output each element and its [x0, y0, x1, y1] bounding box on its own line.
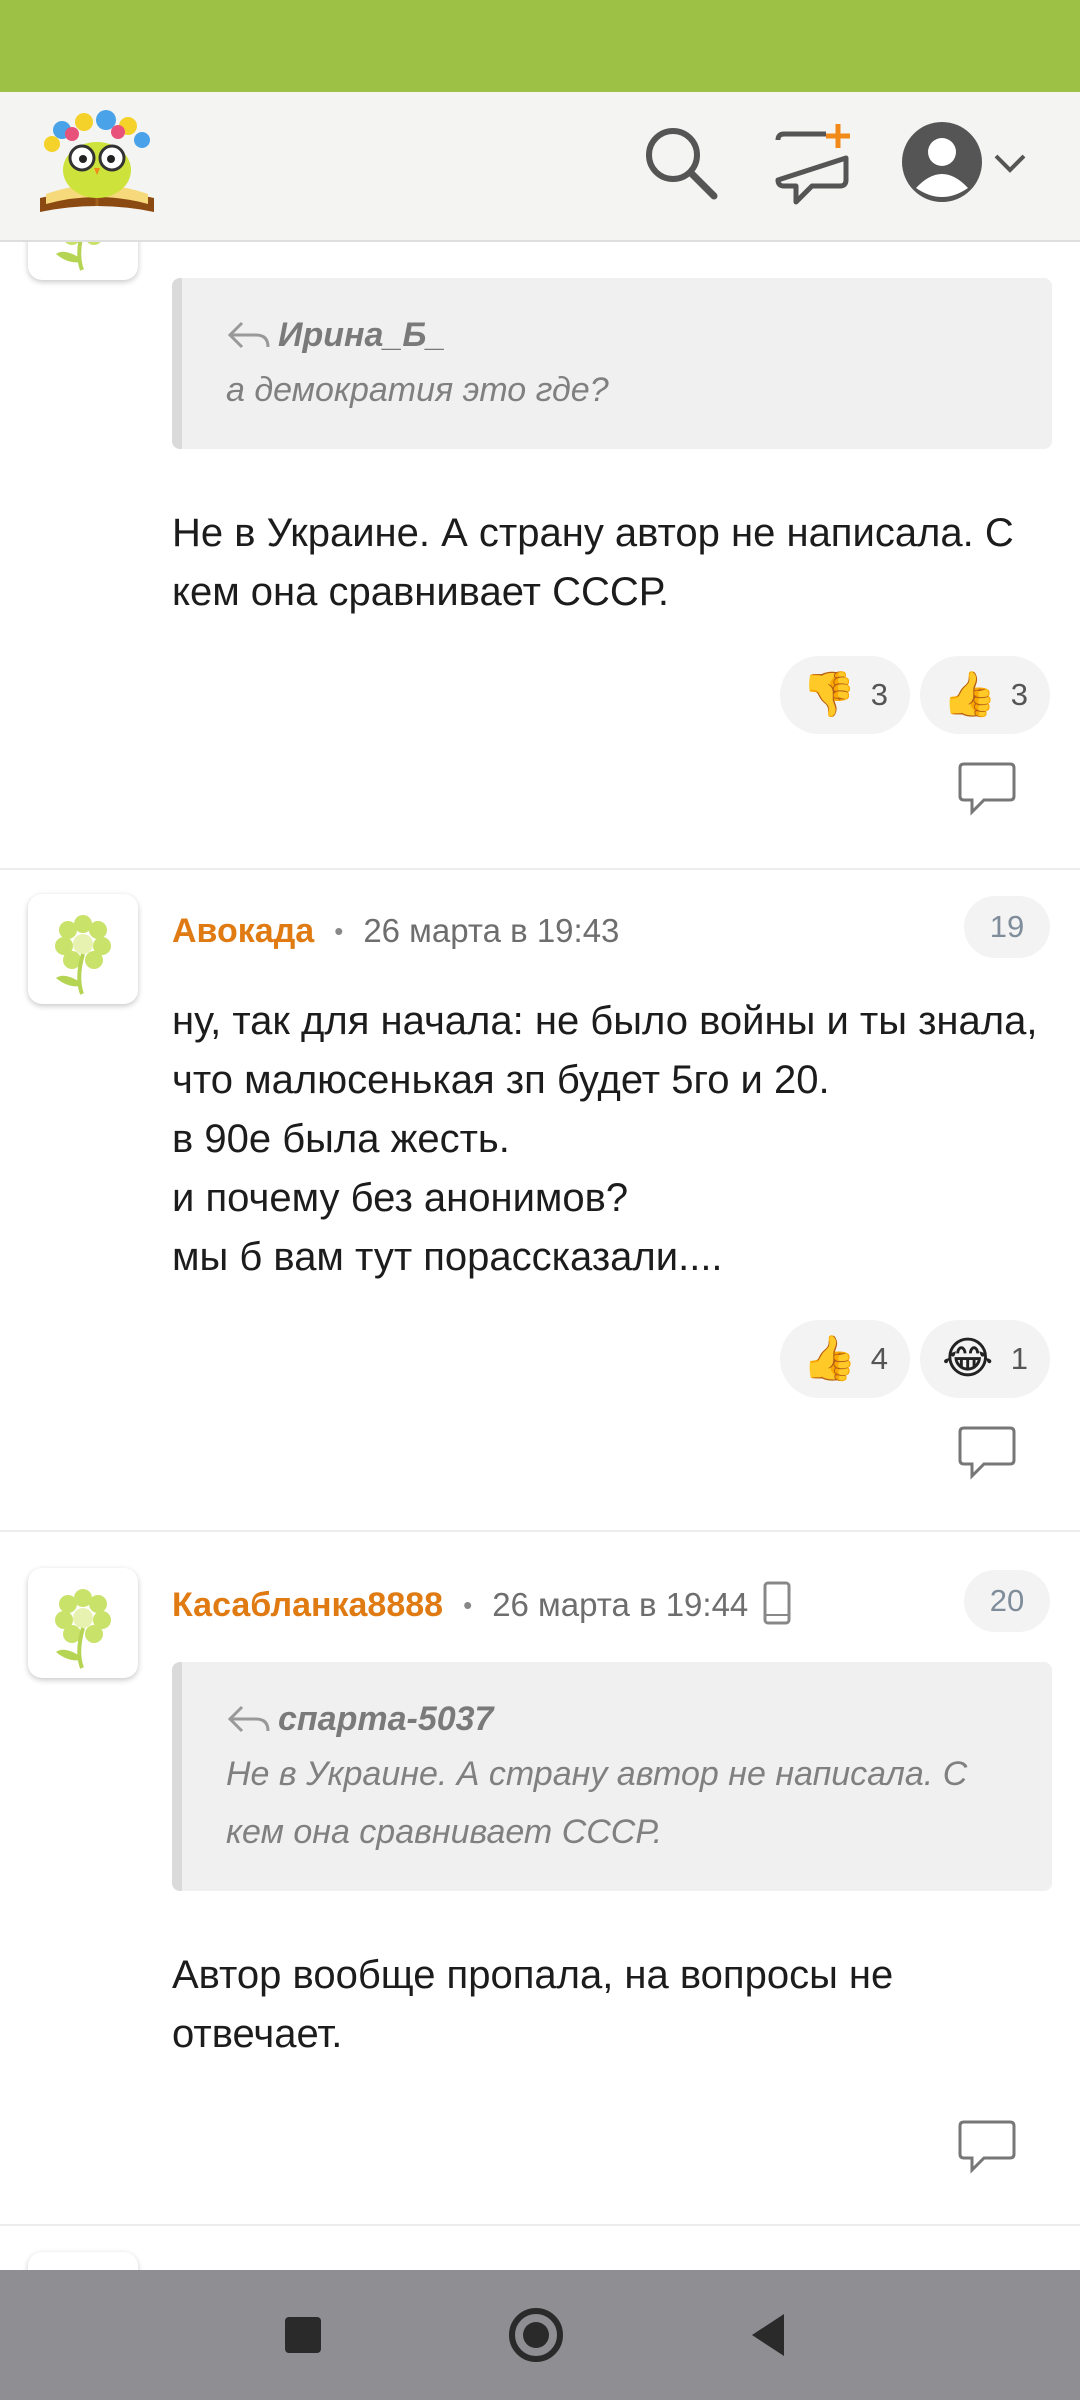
avatar[interactable] [28, 240, 138, 280]
comment-meta: Касабланка8888 • 26 марта в 19:44 [172, 1580, 792, 1630]
reaction-thumbs-up[interactable]: 👍 3 [919, 656, 1050, 734]
comment-number[interactable]: 20 [964, 1570, 1050, 1632]
reaction-count: 4 [870, 1341, 888, 1376]
chevron-down-icon[interactable] [990, 144, 1030, 184]
reactions: 👎 3 👍 3 [779, 656, 1050, 734]
quote-author[interactable]: спарта-5037 [278, 1700, 493, 1739]
reaction-thumbs-down[interactable]: 👎 3 [779, 656, 910, 734]
quote-text: а демократия это где? [226, 371, 609, 409]
thumbs-up-icon: 👍 [801, 1333, 857, 1384]
comment-text: Не в Украине. А страну автор не написала… [172, 511, 1014, 614]
app-header [0, 92, 1080, 242]
profile-avatar-icon[interactable] [900, 120, 984, 204]
quote-text: Не в Украине. А страну автор не написала… [226, 1755, 968, 1851]
comment-text: ну, так для начала: не было войны и ты з… [172, 999, 1038, 1279]
thumbs-up-icon: 👍 [941, 669, 997, 720]
search-icon[interactable] [640, 122, 720, 202]
status-bar [0, 0, 1080, 92]
triangle-back-icon[interactable] [704, 2270, 834, 2400]
comments-feed: Ирина_Б_ а демократия это где? Не в Укра… [0, 240, 1080, 2270]
divider [0, 868, 1080, 870]
reply-arrow-icon [227, 321, 270, 348]
avatar[interactable] [28, 894, 138, 1004]
quote-author[interactable]: Ирина_Б_ [278, 316, 445, 355]
reaction-laughing[interactable]: 😂 1 [920, 1320, 1050, 1398]
avatar[interactable] [28, 2252, 138, 2270]
reaction-count: 1 [1010, 1341, 1028, 1376]
comment-time: 26 марта в 19:43 [363, 912, 620, 949]
avatar[interactable] [28, 1568, 138, 1678]
reply-icon[interactable] [956, 1424, 1018, 1480]
comment-number[interactable]: 19 [964, 896, 1050, 958]
quoted-reply: Ирина_Б_ а демократия это где? [172, 278, 1052, 449]
mobile-phone-icon [762, 1581, 792, 1630]
reaction-thumbs-up[interactable]: 👍 4 [779, 1320, 910, 1398]
comment-text: Автор вообще пропала, на вопросы не отве… [172, 1953, 894, 2056]
reply-arrow-icon [227, 1705, 270, 1732]
reply-icon[interactable] [956, 2118, 1018, 2174]
circle-icon[interactable] [471, 2270, 601, 2400]
square-icon[interactable] [238, 2270, 368, 2400]
author-name[interactable]: Авокада [172, 912, 314, 951]
laughing-icon: 😂 [942, 1333, 994, 1384]
owl-logo-icon[interactable] [32, 106, 162, 224]
quoted-reply: спарта-5037 Не в Украине. А страну автор… [172, 1662, 1052, 1891]
reaction-count: 3 [870, 677, 888, 712]
divider [0, 2224, 1080, 2226]
reply-icon[interactable] [956, 760, 1018, 816]
author-name[interactable]: Касабланка8888 [172, 1586, 443, 1625]
reaction-count: 3 [1010, 677, 1028, 712]
thumbs-down-icon: 👎 [801, 669, 857, 720]
comment-time: 26 марта в 19:44 [492, 1586, 749, 1623]
new-topic-icon[interactable] [772, 122, 858, 208]
reactions: 👍 4 😂 1 [779, 1320, 1050, 1398]
comment-meta: Авокада • 26 марта в 19:43 [172, 911, 620, 951]
divider [0, 1530, 1080, 1532]
system-navigation-bar [0, 2270, 1080, 2400]
